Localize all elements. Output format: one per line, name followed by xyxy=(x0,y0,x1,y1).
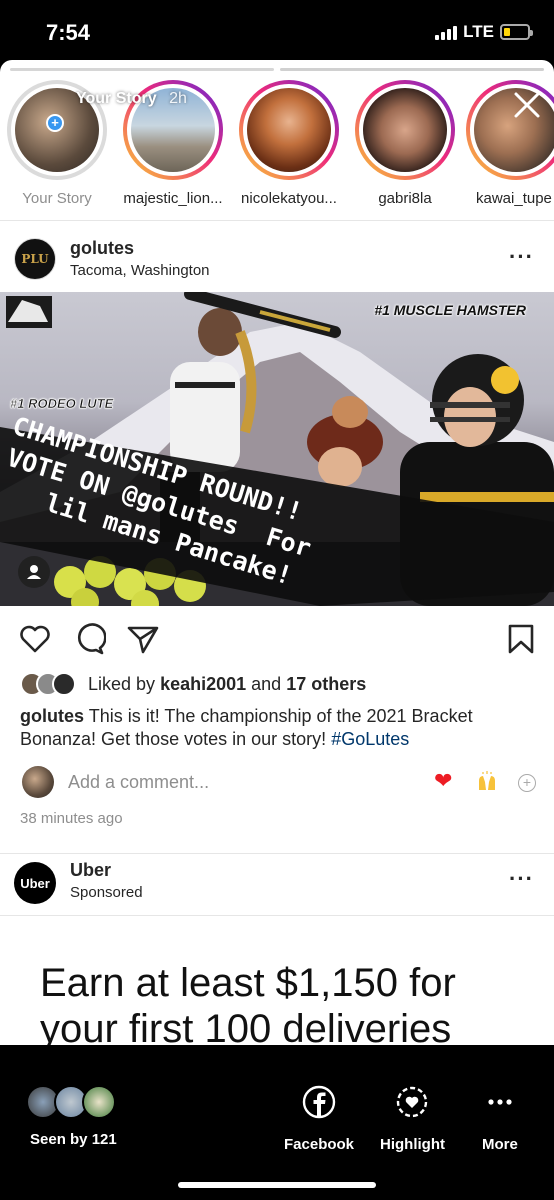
story-bottom-bar: Seen by 121 Facebook Highlight More xyxy=(0,1045,554,1200)
likes-row[interactable]: Liked by keahi2001 and 17 others xyxy=(20,670,366,698)
story-time-ago: 2h xyxy=(169,90,187,107)
avatar xyxy=(82,1085,116,1119)
story-ring xyxy=(355,80,455,180)
story-username: kawai_tupe xyxy=(476,190,552,207)
signal-icon xyxy=(435,24,458,40)
post-actions xyxy=(0,620,554,664)
heart-icon[interactable] xyxy=(18,622,52,656)
ad-username[interactable]: Uber xyxy=(70,860,111,881)
battery-icon xyxy=(500,24,533,40)
home-indicator[interactable] xyxy=(178,1182,376,1188)
story-username: nicolekatyou... xyxy=(241,190,337,207)
caption-username[interactable]: golutes xyxy=(20,706,84,726)
story-progress-segment xyxy=(280,68,544,71)
battery-level xyxy=(504,28,510,36)
comment-row: Add a comment... ❤ + xyxy=(0,762,554,802)
facebook-button[interactable]: Facebook xyxy=(284,1085,354,1153)
post-image[interactable]: #1 RODEO LUTE #1 MUSCLE HAMSTER CHAMPION… xyxy=(0,292,554,606)
seen-by-count[interactable]: Seen by 121 xyxy=(30,1131,117,1148)
story-ring xyxy=(239,80,339,180)
story-item-nicolekatyou[interactable]: nicolekatyou... xyxy=(234,80,344,207)
more-options-icon[interactable]: ··· xyxy=(509,868,534,890)
add-story-icon[interactable]: + xyxy=(46,114,64,132)
status-indicators: LTE xyxy=(435,22,533,42)
more-button[interactable]: More xyxy=(482,1085,518,1153)
facebook-icon xyxy=(302,1085,336,1119)
post-timestamp: 38 minutes ago xyxy=(20,810,123,827)
likes-text: Liked by keahi2001 and 17 others xyxy=(88,674,366,695)
comment-icon[interactable] xyxy=(72,622,106,656)
avatar xyxy=(52,672,76,696)
more-label: More xyxy=(482,1136,518,1153)
divider xyxy=(0,853,554,854)
ad-avatar-text: Uber xyxy=(20,875,50,891)
avatar[interactable]: Uber xyxy=(14,862,56,904)
share-icon[interactable] xyxy=(126,622,160,656)
liked-by-connector: and xyxy=(251,673,282,694)
post-location[interactable]: Tacoma, Washington xyxy=(70,262,210,279)
liked-by-others[interactable]: 17 others xyxy=(286,674,366,694)
story-owner-info: Your Story 2h xyxy=(76,90,187,108)
story-owner-label: Your Story xyxy=(76,90,157,107)
network-label: LTE xyxy=(463,22,494,41)
bookmark-icon[interactable] xyxy=(504,622,538,656)
add-emoji-icon[interactable]: + xyxy=(518,774,536,792)
status-bar: 7:54 LTE xyxy=(0,0,554,62)
avatar xyxy=(363,88,447,172)
story-progress-segment xyxy=(10,68,274,71)
highlight-button[interactable]: Highlight xyxy=(380,1085,445,1153)
status-time: 7:54 xyxy=(46,20,91,45)
liked-by-user[interactable]: keahi2001 xyxy=(160,674,246,694)
post-header: PLU golutes Tacoma, Washington ··· xyxy=(0,232,554,288)
comment-input[interactable]: Add a comment... xyxy=(68,772,209,793)
highlight-label: Highlight xyxy=(380,1136,445,1153)
badge-rodeo-lute: #1 RODEO LUTE xyxy=(10,396,114,412)
story-card[interactable]: Your Story 2h + Your Story majestic_lion… xyxy=(0,60,554,1045)
caption-hashtag[interactable]: #GoLutes xyxy=(331,729,409,749)
liker-avatars xyxy=(20,670,80,698)
story-item-gabri8la[interactable]: gabri8la xyxy=(350,80,460,207)
story-username: Your Story xyxy=(22,190,92,207)
story-username: gabri8la xyxy=(378,190,432,207)
more-icon xyxy=(488,1099,512,1105)
viewer-avatars[interactable] xyxy=(26,1085,126,1121)
raised-hands-emoji-icon[interactable] xyxy=(476,770,498,792)
facebook-label: Facebook xyxy=(284,1136,355,1153)
more-options-icon[interactable]: ··· xyxy=(509,246,534,268)
post-username[interactable]: golutes xyxy=(70,238,134,259)
story-username: majestic_lion... xyxy=(123,190,223,207)
story-progress xyxy=(10,68,544,71)
ad-headline: Earn at least $1,150 for your first 100 … xyxy=(40,961,456,1045)
divider xyxy=(0,220,554,221)
avatar-logo-text: PLU xyxy=(21,252,49,266)
sponsored-label: Sponsored xyxy=(70,884,143,901)
avatar xyxy=(247,88,331,172)
divider xyxy=(0,915,554,916)
highlight-icon xyxy=(397,1086,428,1118)
avatar[interactable]: PLU xyxy=(14,238,56,280)
close-icon[interactable] xyxy=(510,88,544,122)
post-caption: golutes This is it! The championship of … xyxy=(20,705,530,751)
avatar xyxy=(22,766,54,798)
badge-muscle-hamster: #1 MUSCLE HAMSTER xyxy=(374,302,526,318)
heart-emoji-icon[interactable]: ❤ xyxy=(434,770,452,792)
ad-header: Uber Uber Sponsored ··· xyxy=(0,858,554,908)
tagged-users-icon[interactable] xyxy=(18,556,50,588)
liked-by-prefix: Liked by xyxy=(88,673,156,694)
